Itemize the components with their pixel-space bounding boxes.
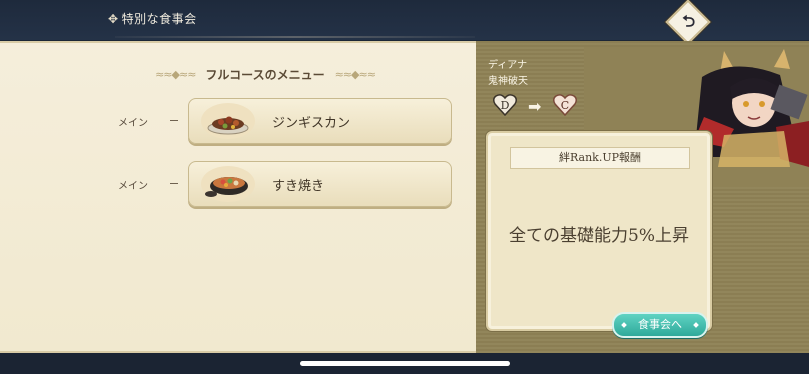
course-row: メイン すき焼き [0,161,476,207]
go-to-dinner-label: 食事会へ [638,318,682,331]
dish-card-sukiyaki[interactable]: すき焼き [188,161,452,207]
reward-text: 全ての基礎能力5%上昇 [509,226,689,246]
screen-title: ✥ 特別な食事会 [108,10,197,27]
course-label: メイン [118,118,148,129]
course-label: メイン [118,181,148,192]
screen-title-text: 特別な食事会 [121,12,197,26]
go-to-dinner-button[interactable]: 食事会へ [612,312,708,338]
rank-to-badge: C [552,94,578,117]
dish-name: すき焼き [272,179,325,194]
button-pip-icon [621,322,627,328]
rank-from-badge: D [492,94,518,117]
main-area: ≈≈◆≈≈ フルコースのメニュー ≈≈◆≈≈ メイン ジンギスカン メイン すき… [0,41,809,353]
course-dash [170,183,178,184]
character-name: ディアナ [488,60,528,71]
home-indicator[interactable] [300,361,510,366]
rank-from-text: D [501,99,510,112]
bottom-bar [0,353,809,374]
button-pip-icon [693,322,699,328]
dish-card-jingisukan[interactable]: ジンギスカン [188,98,452,144]
top-bar: ✥ 特別な食事会 ⮌ [0,0,809,45]
title-underline [115,36,475,38]
right-flourish-icon: ≈≈◆≈≈ [334,67,376,81]
back-button[interactable]: ⮌ [665,0,711,45]
jingisukan-dish-image [201,103,255,139]
menu-heading: ≈≈◆≈≈ フルコースのメニュー ≈≈◆≈≈ [140,63,390,85]
title-ornament-icon: ✥ [108,11,119,26]
arrow-right-icon: ➡ [528,97,542,116]
reward-heading: 絆Rank.UP報酬 [510,147,690,169]
sukiyaki-dish-image [201,166,255,202]
left-flourish-icon: ≈≈◆≈≈ [155,67,196,81]
dish-name: ジンギスカン [272,116,351,131]
menu-heading-text: フルコースのメニュー [205,67,325,82]
reward-card: 絆Rank.UP報酬 全ての基礎能力5%上昇 [486,131,712,331]
character-title: 鬼神破天 [488,76,528,87]
rank-to-text: C [561,99,569,112]
course-dash [170,120,178,121]
return-arrow-icon: ⮌ [682,11,696,31]
course-row: メイン ジンギスカン [0,98,476,144]
full-course-menu-panel: ≈≈◆≈≈ フルコースのメニュー ≈≈◆≈≈ メイン ジンギスカン メイン すき… [0,41,476,353]
character-reward-panel: ディアナ 鬼神破天 D ➡ C 絆Rank.UP報酬 全ての基礎能力5%上昇 食… [476,41,809,353]
